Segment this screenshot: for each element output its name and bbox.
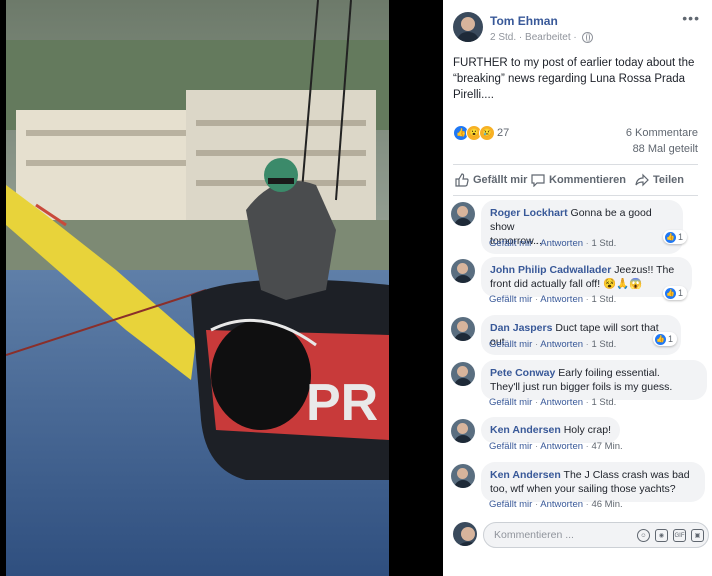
more-icon[interactable]: ••• [682,10,700,26]
comment-bubble: Ken Andersen The J Class crash was bad t… [481,462,705,502]
commenter-name[interactable]: Dan Jaspers [490,322,552,334]
comment-like-badge[interactable]: 👍 1 [663,230,688,244]
post-panel: Tom Ehman 2 Std. · Bearbeitet · ••• FURT… [443,0,712,576]
post-meta: 2 Std. · Bearbeitet · [490,32,593,43]
reactions-bar: 👍 😮 😢 27 6 Kommentare 88 Mal geteilt [453,124,698,164]
action-bar: Gefällt mir Kommentieren Teilen [453,164,698,196]
comment-like-link[interactable]: Gefällt mir [489,441,532,452]
comment-like-count: 1 [678,232,684,242]
meta-separator-2: · [573,32,577,44]
reaction-icons[interactable]: 👍 😮 😢 [453,125,495,141]
commenter-name[interactable]: Ken Andersen [490,424,561,436]
reaction-count[interactable]: 27 [497,127,509,139]
comment-text: Holy crap! [563,424,611,436]
comment-meta: Gefällt mir · Antworten · 1 Std. [489,294,617,305]
share-icon [635,173,649,187]
comment-input[interactable]: Kommentieren ... ☺ ◉ GIF ▣ [483,522,709,548]
comment-reply-link[interactable]: Antworten [540,397,583,408]
comment-reply-link[interactable]: Antworten [540,499,583,510]
comment-composer: Kommentieren ... ☺ ◉ GIF ▣ [453,520,709,550]
comment-like-link[interactable]: Gefällt mir [489,339,532,350]
comment-reply-link[interactable]: Antworten [540,238,583,249]
comments-count[interactable]: 6 Kommentare [626,127,698,139]
comment-like-count: 1 [668,334,674,344]
meta-separator: · [518,32,523,44]
comment-time[interactable]: 1 Std. [591,238,616,249]
post-header: Tom Ehman 2 Std. · Bearbeitet · ••• [453,10,702,46]
comment-button[interactable]: Kommentieren [531,165,626,195]
comment-like-link[interactable]: Gefällt mir [489,294,532,305]
comment-text: Jeezus!! The [614,264,675,276]
comment-reply-link[interactable]: Antworten [540,339,583,350]
comment-time[interactable]: 47 Min. [591,441,622,452]
comment-like-link[interactable]: Gefällt mir [489,397,532,408]
comment-reply-link[interactable]: Antworten [540,294,583,305]
comment-time[interactable]: 1 Std. [591,397,616,408]
photo-boat-crash: PR [6,0,389,576]
comment-reply-link[interactable]: Antworten [540,441,583,452]
composer-icons: ☺ ◉ GIF ▣ [632,528,704,542]
edited-label[interactable]: Bearbeitet [525,32,571,43]
post-photo[interactable]: PR [0,0,443,576]
comment-meta: Gefällt mir · Antworten · 1 Std. [489,339,617,350]
emoji-icon[interactable]: ☺ [637,529,650,542]
comment-text-2: front did actually fall off! 😵🙏😱 [490,278,643,290]
comment-text-2: too, wtf when your sailing those yachts? [490,483,676,495]
comment-label: Kommentieren [549,174,627,186]
commenter-name[interactable]: Pete Conway [490,367,555,379]
like-icon [455,173,469,187]
comment-like-link[interactable]: Gefällt mir [489,238,532,249]
comment-input-placeholder: Kommentieren ... [494,529,574,541]
comment-meta: Gefällt mir · Antworten · 47 Min. [489,441,623,452]
comment-bubble: John Philip Cadwallader Jeezus!! The fro… [481,257,692,297]
comment-meta: Gefällt mir · Antworten · 1 Std. [489,397,617,408]
comment-text: The J Class crash was bad [563,469,690,481]
like-badge-icon: 👍 [665,232,676,244]
commenter-avatar[interactable] [451,202,475,226]
commenter-name[interactable]: Roger Lockhart [490,207,568,219]
comment-meta: Gefällt mir · Antworten · 46 Min. [489,499,623,510]
comment-time[interactable]: 1 Std. [591,294,616,305]
camera-icon[interactable]: ◉ [655,529,668,542]
viewer-avatar [453,522,477,546]
globe-icon[interactable] [581,32,593,43]
author-avatar[interactable] [453,12,483,42]
commenter-avatar[interactable] [451,362,475,386]
commenter-name[interactable]: Ken Andersen [490,469,561,481]
commenter-avatar[interactable] [451,419,475,443]
commenter-avatar[interactable] [451,317,475,341]
post-text: FURTHER to my post of earlier today abou… [453,57,695,101]
post-time[interactable]: 2 Std. [490,32,516,43]
comment-icon [531,174,545,188]
comment-time[interactable]: 1 Std. [591,339,616,350]
comment-like-link[interactable]: Gefällt mir [489,499,532,510]
like-button[interactable]: Gefällt mir [455,165,527,195]
gif-icon[interactable]: GIF [673,529,686,542]
comment-text: Early foiling essential. [558,367,660,379]
commenter-avatar[interactable] [451,259,475,283]
author-name[interactable]: Tom Ehman [490,14,558,28]
comment-meta: Gefällt mir · Antworten · 1 Std. [489,238,617,249]
comment-bubble: Pete Conway Early foiling essential. The… [481,360,707,400]
comment-like-badge[interactable]: 👍 1 [653,332,678,346]
comment-bubble: Ken Andersen Holy crap! [481,417,620,443]
commenter-name[interactable]: John Philip Cadwallader [490,264,611,276]
like-badge-icon: 👍 [655,334,666,346]
like-label: Gefällt mir [473,174,528,186]
like-badge-icon: 👍 [665,288,676,300]
comment-like-count: 1 [678,288,684,298]
share-label: Teilen [653,174,684,186]
commenter-avatar[interactable] [451,464,475,488]
sad-reaction-icon: 😢 [479,125,495,141]
sticker-icon[interactable]: ▣ [691,529,704,542]
comment-like-badge[interactable]: 👍 1 [663,286,688,300]
comment-text-2: They'll just run bigger foils is my gues… [490,381,673,393]
photo-hull-text: PR [306,374,378,432]
share-button[interactable]: Teilen [635,165,684,195]
comment-time[interactable]: 46 Min. [591,499,622,510]
shares-count[interactable]: 88 Mal geteilt [633,143,698,155]
